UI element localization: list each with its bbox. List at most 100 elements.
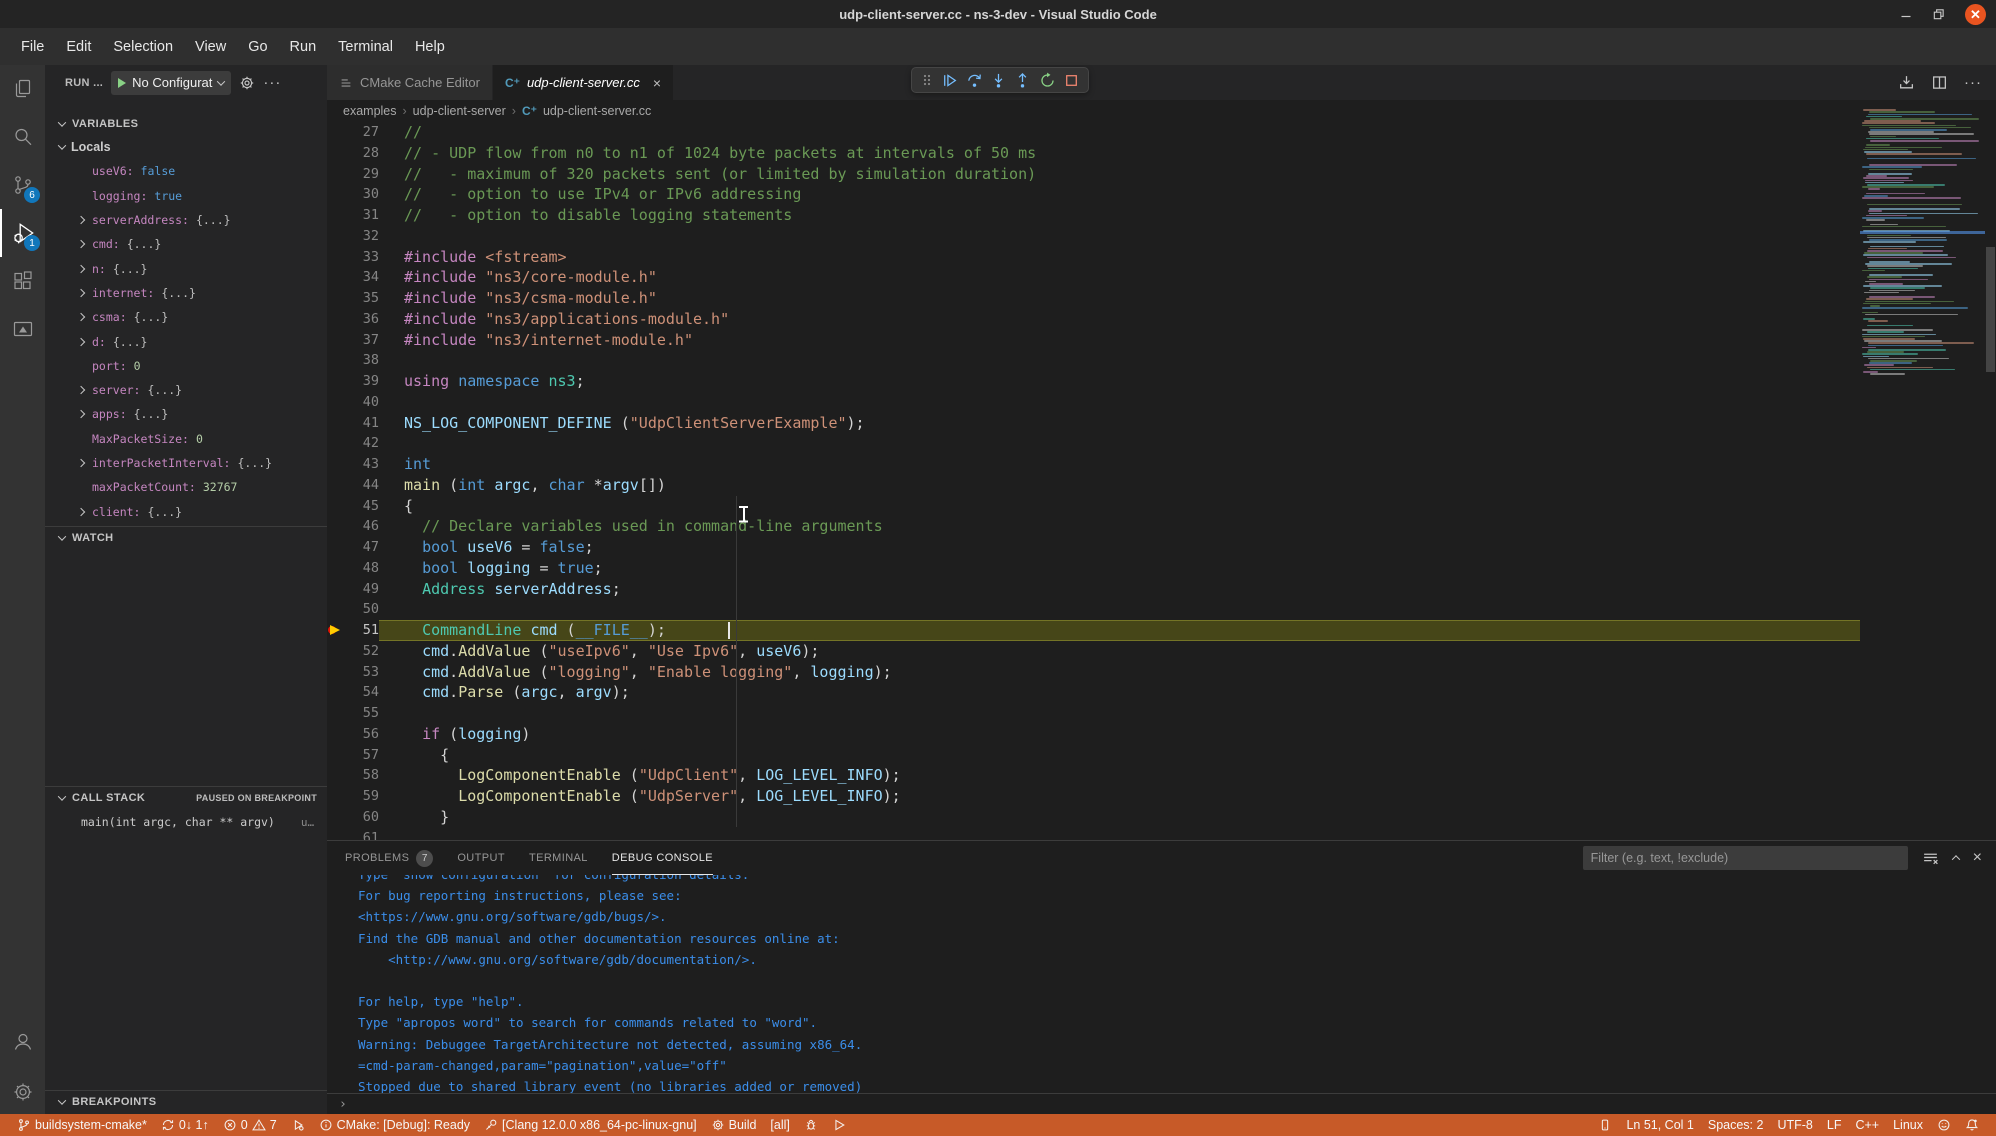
minimize-icon[interactable] [1900, 8, 1912, 20]
source-control-icon[interactable]: 6 [0, 161, 45, 209]
code-line[interactable]: 39using namespace ns3; [327, 371, 1860, 392]
status-item-launch-target-button[interactable] [825, 1114, 853, 1136]
status-item-debug-status[interactable] [284, 1114, 312, 1136]
variable-row[interactable]: cmd:{...} [45, 232, 327, 256]
debug-gear-icon[interactable] [239, 75, 255, 91]
status-item-eol[interactable]: LF [1820, 1114, 1849, 1136]
code-line[interactable]: 48 bool logging = true; [327, 558, 1860, 579]
code-line[interactable]: 44main (int argc, char *argv[]) [327, 475, 1860, 496]
restore-icon[interactable] [1932, 8, 1945, 21]
variable-row[interactable]: n:{...} [45, 256, 327, 280]
tab-udp-client-server[interactable]: C⁺ udp-client-server.cc × [493, 65, 674, 100]
gutter-glyph-margin[interactable] [327, 143, 352, 164]
variable-row[interactable]: logging:true [45, 184, 327, 208]
panel-tab-debug-console[interactable]: DEBUG CONSOLE [612, 841, 713, 875]
code-line[interactable]: 29// - maximum of 320 packets sent (or l… [327, 164, 1860, 185]
search-icon[interactable] [0, 113, 45, 161]
code-line[interactable]: 47 bool useV6 = false; [327, 537, 1860, 558]
tab-cmake-cache-editor[interactable]: CMake Cache Editor [327, 65, 493, 100]
variable-row[interactable]: internet:{...} [45, 281, 327, 305]
locals-scope-row[interactable]: Locals [45, 135, 327, 159]
stack-frame-row[interactable]: main(int argc, char ** argv) u… [45, 809, 327, 835]
status-item-device-indicator[interactable] [1591, 1114, 1619, 1136]
variable-row[interactable]: server:{...} [45, 378, 327, 402]
code-line[interactable]: 57 { [327, 745, 1860, 766]
code-line[interactable]: 58 LogComponentEnable ("UdpClient", LOG_… [327, 765, 1860, 786]
gutter-glyph-margin[interactable] [327, 828, 352, 841]
variable-row[interactable]: MaxPacketSize:0 [45, 427, 327, 451]
status-item-debug-target-button[interactable] [797, 1114, 825, 1136]
breadcrumb-item[interactable]: udp-client-server [413, 104, 506, 118]
menu-item-selection[interactable]: Selection [102, 34, 184, 60]
status-item-language-mode[interactable]: C++ [1848, 1114, 1886, 1136]
gutter-glyph-margin[interactable] [327, 724, 352, 745]
gutter-glyph-margin[interactable] [327, 496, 352, 517]
explorer-icon[interactable] [0, 65, 45, 113]
code-line[interactable]: 36#include "ns3/applications-module.h" [327, 309, 1860, 330]
menu-item-go[interactable]: Go [237, 34, 278, 60]
gutter-glyph-margin[interactable] [327, 164, 352, 185]
gutter-glyph-margin[interactable] [327, 682, 352, 703]
code-line[interactable]: 41NS_LOG_COMPONENT_DEFINE ("UdpClientSer… [327, 413, 1860, 434]
toolbar-grip-icon[interactable] [920, 72, 934, 88]
gutter-glyph-margin[interactable] [327, 703, 352, 724]
editor-more-actions-icon[interactable]: ··· [1964, 74, 1982, 91]
menu-item-help[interactable]: Help [404, 34, 456, 60]
close-icon[interactable]: ✕ [1965, 4, 1986, 25]
scrollbar-thumb[interactable] [1986, 247, 1995, 372]
gutter-glyph-margin[interactable] [327, 122, 352, 143]
call-stack-header[interactable]: CALL STACK PAUSED ON BREAKPOINT [45, 787, 327, 809]
gutter-glyph-margin[interactable] [327, 579, 352, 600]
gutter-glyph-margin[interactable] [327, 350, 352, 371]
code-line[interactable]: 32 [327, 226, 1860, 247]
status-item-build-button[interactable]: Build [704, 1114, 764, 1136]
gutter-glyph-margin[interactable] [327, 765, 352, 786]
code-line[interactable]: 53 cmd.AddValue ("logging", "Enable logg… [327, 662, 1860, 683]
maximize-panel-icon[interactable] [1953, 855, 1959, 861]
gutter-glyph-margin[interactable] [327, 205, 352, 226]
run-file-download-icon[interactable] [1898, 74, 1915, 91]
continue-icon[interactable] [941, 72, 958, 89]
variable-row[interactable]: apps:{...} [45, 402, 327, 426]
code-line[interactable]: 56 if (logging) [327, 724, 1860, 745]
restart-icon[interactable] [1039, 72, 1056, 89]
status-item-problems-status[interactable]: 07 [216, 1114, 284, 1136]
console-filter-input[interactable] [1583, 846, 1908, 870]
code-line[interactable]: 27// [327, 122, 1860, 143]
gutter-glyph-margin[interactable] [327, 288, 352, 309]
code-line[interactable]: 42 [327, 433, 1860, 454]
close-panel-icon[interactable]: × [1973, 849, 1982, 867]
status-item-indentation[interactable]: Spaces: 2 [1701, 1114, 1771, 1136]
code-line[interactable]: 55 [327, 703, 1860, 724]
gutter-glyph-margin[interactable] [327, 247, 352, 268]
variables-header[interactable]: VARIABLES [45, 113, 327, 135]
panel-tab-terminal[interactable]: TERMINAL [529, 841, 588, 875]
code-line[interactable]: 34#include "ns3/core-module.h" [327, 267, 1860, 288]
gutter-glyph-margin[interactable] [327, 537, 352, 558]
code-line[interactable]: 35#include "ns3/csma-module.h" [327, 288, 1860, 309]
account-icon[interactable] [0, 1018, 45, 1066]
code-line[interactable]: 40 [327, 392, 1860, 413]
debug-console-input[interactable]: › [327, 1093, 1996, 1114]
panel-tab-output[interactable]: OUTPUT [457, 841, 505, 875]
debug-console-output[interactable]: Type "show configuration" for configurat… [327, 875, 1996, 1093]
code-line[interactable]: 61 [327, 828, 1860, 841]
code-line[interactable]: 50 [327, 599, 1860, 620]
code-line[interactable]: 52 cmd.AddValue ("useIpv6", "Use Ipv6", … [327, 641, 1860, 662]
breakpoints-header[interactable]: BREAKPOINTS [45, 1091, 327, 1113]
variable-row[interactable]: interPacketInterval:{...} [45, 451, 327, 475]
menu-item-run[interactable]: Run [279, 34, 328, 60]
editor-scrollbar[interactable] [1985, 100, 1996, 840]
cmake-icon[interactable] [0, 305, 45, 353]
menu-item-terminal[interactable]: Terminal [327, 34, 404, 60]
code-line[interactable]: 33#include <fstream> [327, 247, 1860, 268]
gutter-glyph-margin[interactable] [327, 184, 352, 205]
code-line[interactable]: 51 CommandLine cmd (__FILE__); [327, 620, 1860, 641]
gutter-glyph-margin[interactable] [327, 599, 352, 620]
code-editor[interactable]: 27//28// - UDP flow from n0 to n1 of 102… [327, 122, 1860, 840]
status-item-cursor-position[interactable]: Ln 51, Col 1 [1619, 1114, 1700, 1136]
gutter-glyph-margin[interactable] [327, 433, 352, 454]
gutter-glyph-margin[interactable] [327, 662, 352, 683]
gutter-glyph-margin[interactable] [327, 641, 352, 662]
breadcrumb-item[interactable]: udp-client-server.cc [543, 104, 651, 118]
